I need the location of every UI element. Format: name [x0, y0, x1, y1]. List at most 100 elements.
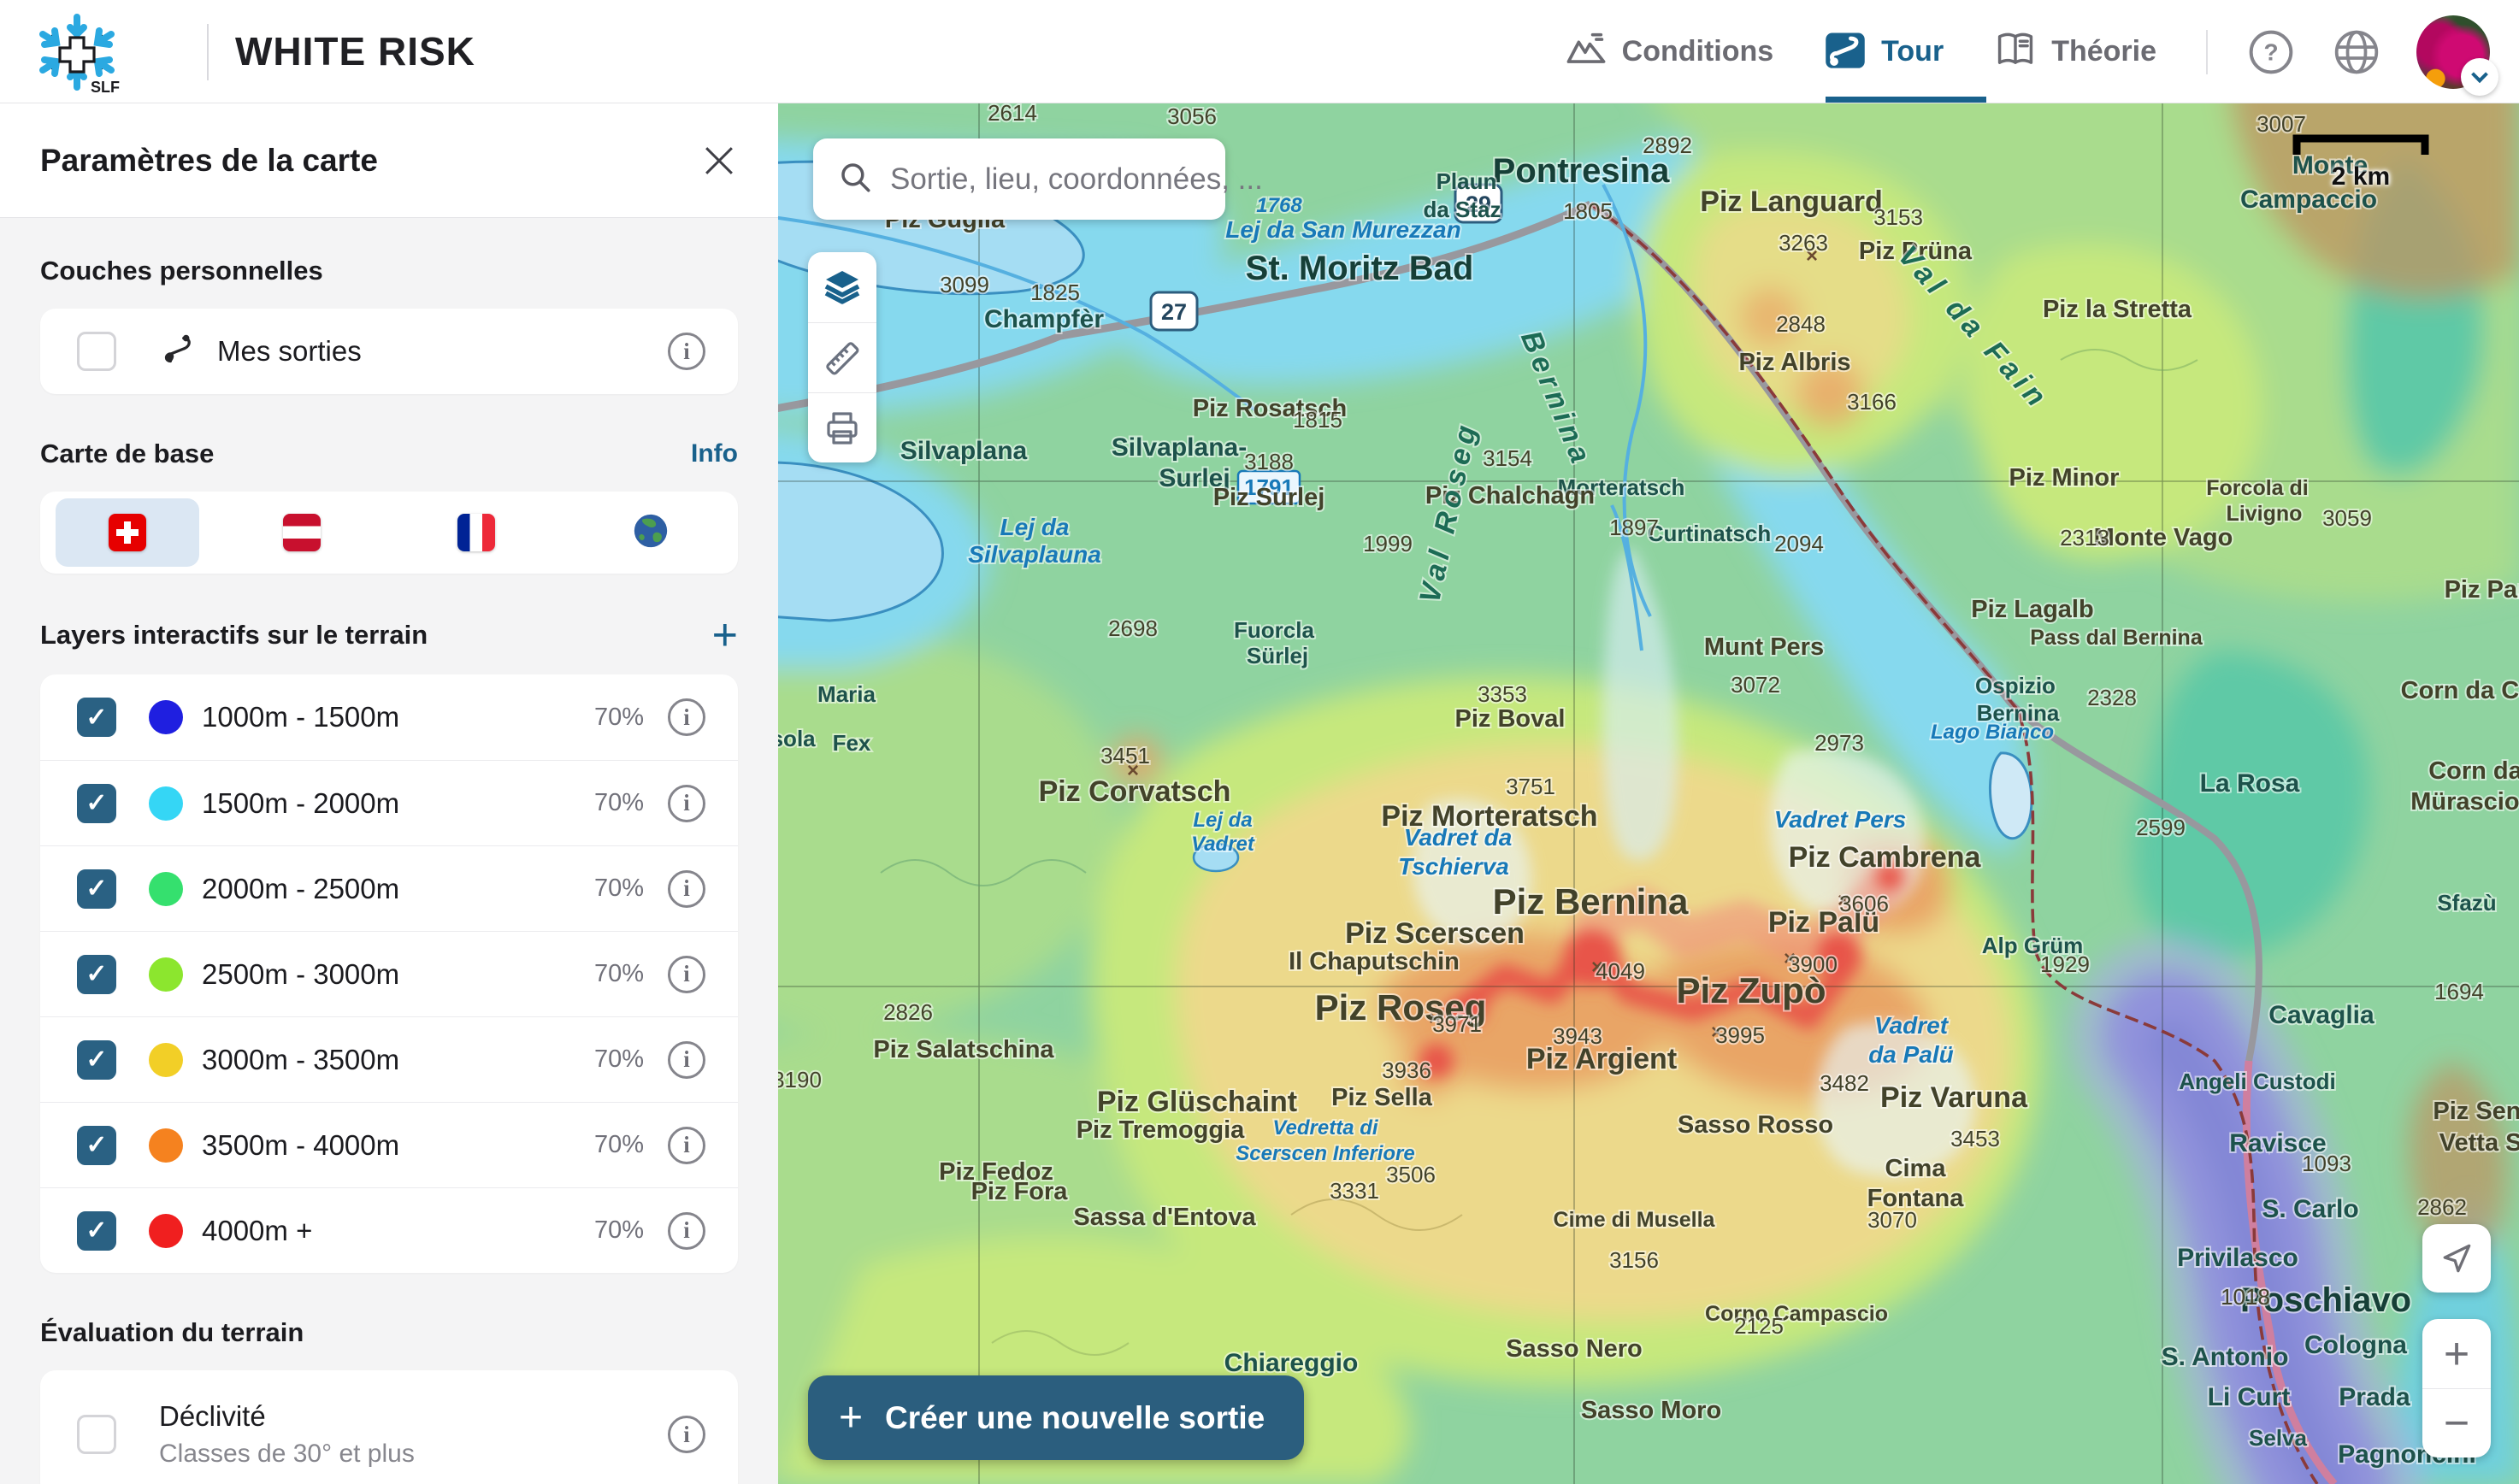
locate-me-button[interactable] — [2422, 1224, 2491, 1293]
close-panel-button[interactable] — [700, 142, 738, 180]
add-layer-button[interactable]: + — [712, 618, 738, 652]
svg-text:3188: 3188 — [1244, 449, 1294, 474]
svg-text:Piz Boval: Piz Boval — [1455, 705, 1566, 733]
layer-checkbox-6[interactable]: ✓ — [77, 1211, 116, 1251]
layer-opacity-value: 70% — [594, 704, 644, 732]
svg-text:SLF: SLF — [91, 79, 120, 94]
layer-checkbox-1[interactable]: ✓ — [77, 784, 116, 823]
declivite-row[interactable]: Déclivité Classes de 30° et plus i — [40, 1370, 738, 1484]
basemap-world[interactable] — [563, 492, 738, 574]
declivite-checkbox[interactable] — [77, 1415, 116, 1454]
topo-map-canvas[interactable]: 29271791 ××××××× St. Moritz BadPontresin… — [778, 103, 2519, 1484]
svg-text:Livigno: Livigno — [2227, 502, 2303, 526]
user-avatar[interactable] — [2416, 15, 2490, 89]
basemap-info-link[interactable]: Info — [691, 439, 738, 468]
svg-text:Fex: Fex — [833, 730, 871, 756]
language-globe-button[interactable] — [2331, 26, 2382, 78]
elevation-layer-row[interactable]: ✓ 1000m - 1500m 70% i — [40, 674, 738, 760]
swiss-cross — [60, 38, 94, 72]
layer-info-icon[interactable]: i — [668, 1127, 705, 1164]
layer-label: 1000m - 1500m — [202, 701, 399, 733]
layer-color-dot — [149, 1043, 183, 1077]
svg-text:3056: 3056 — [1167, 103, 1217, 129]
svg-text:Ospizio: Ospizio — [1975, 673, 2056, 698]
elevation-layer-row[interactable]: ✓2500m - 3000m70%i — [40, 931, 738, 1016]
svg-text:Piz Fora: Piz Fora — [971, 1178, 1069, 1205]
layer-info-icon[interactable]: i — [668, 1041, 705, 1079]
mes-sorties-row[interactable]: Mes sorties i — [40, 309, 738, 394]
svg-text:3190: 3190 — [778, 1067, 822, 1092]
avatar-menu-chevron[interactable] — [2461, 58, 2498, 96]
elevation-layer-row[interactable]: ✓3500m - 4000m70%i — [40, 1102, 738, 1187]
declivite-info-icon[interactable]: i — [668, 1416, 705, 1453]
nav-divider — [2206, 30, 2208, 74]
zoom-in-button[interactable]: + — [2422, 1319, 2491, 1388]
svg-text:Sfazù: Sfazù — [2437, 890, 2496, 916]
svg-text:3166: 3166 — [1847, 389, 1897, 415]
layer-checkbox-4[interactable]: ✓ — [77, 1040, 116, 1080]
svg-text:2973: 2973 — [1814, 730, 1864, 756]
zoom-out-button[interactable]: − — [2422, 1388, 2491, 1458]
layer-opacity-value: 70% — [594, 1216, 644, 1245]
elevation-layer-row[interactable]: ✓2000m - 2500m70%i — [40, 845, 738, 931]
elevation-layer-row[interactable]: ✓ 4000m + 70% i — [40, 1187, 738, 1273]
panel-header: Paramètres de la carte — [0, 103, 778, 218]
layer-info-icon[interactable]: i — [668, 698, 705, 736]
svg-text:Piz Para: Piz Para — [2445, 576, 2519, 604]
layer-checkbox-0[interactable]: ✓ — [77, 698, 116, 737]
svg-text:2892: 2892 — [1643, 132, 1692, 158]
svg-text:1929: 1929 — [2040, 951, 2090, 977]
measure-ruler-tool-button[interactable] — [808, 322, 876, 392]
svg-text:Piz Albris: Piz Albris — [1738, 349, 1850, 376]
svg-text:Piz Tremoggia: Piz Tremoggia — [1077, 1116, 1245, 1144]
mes-sorties-checkbox[interactable] — [77, 332, 116, 371]
create-tour-button[interactable]: + Créer une nouvelle sortie — [808, 1375, 1304, 1460]
layer-label: 4000m + — [202, 1215, 312, 1247]
nav-conditions[interactable]: Conditions — [1564, 27, 1774, 76]
search-input[interactable] — [890, 162, 1276, 197]
basemap-austria[interactable] — [215, 492, 389, 574]
svg-text:Selva: Selva — [2249, 1425, 2307, 1451]
white-risk-app: SLF WHITE RISK Conditions — [0, 0, 2519, 1484]
layer-color-dot — [149, 957, 183, 992]
scale-label: 2 km — [2288, 162, 2433, 191]
svg-text:Cima: Cima — [1885, 1155, 1947, 1182]
svg-text:Munt Pers: Munt Pers — [1704, 633, 1824, 661]
logo-divider — [207, 24, 209, 80]
svg-text:3353: 3353 — [1478, 681, 1527, 707]
top-bar: SLF WHITE RISK Conditions — [0, 0, 2519, 103]
layer-label: 2000m - 2500m — [202, 873, 399, 905]
layer-info-icon[interactable]: i — [668, 785, 705, 822]
personal-layers-heading: Couches personnelles — [40, 256, 323, 286]
nav-tour[interactable]: Tour — [1823, 27, 1944, 76]
elevation-layer-row[interactable]: ✓1500m - 2000m70%i — [40, 760, 738, 845]
layer-label: 3500m - 4000m — [202, 1129, 399, 1162]
create-tour-label: Créer une nouvelle sortie — [885, 1400, 1265, 1436]
svg-text:?: ? — [2263, 38, 2278, 65]
layer-checkbox-5[interactable]: ✓ — [77, 1126, 116, 1165]
layer-label: 1500m - 2000m — [202, 787, 399, 820]
svg-text:Silvaplana: Silvaplana — [900, 437, 1028, 465]
nav-theorie[interactable]: Théorie — [1993, 27, 2156, 76]
help-button[interactable]: ? — [2245, 26, 2297, 78]
layer-info-icon[interactable]: i — [668, 1212, 705, 1250]
basemap-switzerland[interactable] — [40, 492, 215, 574]
layer-info-icon[interactable]: i — [668, 956, 705, 993]
svg-text:Isola: Isola — [778, 726, 816, 751]
mes-sorties-info-icon[interactable]: i — [668, 333, 705, 370]
svg-text:3153: 3153 — [1873, 204, 1923, 230]
print-tool-button[interactable] — [808, 392, 876, 462]
layer-checkbox-2[interactable]: ✓ — [77, 869, 116, 909]
elevation-layer-row[interactable]: ✓3000m - 3500m70%i — [40, 1016, 738, 1102]
slf-snowflake-logo[interactable]: SLF — [26, 10, 197, 94]
svg-text:Lej da: Lej da — [1000, 514, 1070, 540]
basemap-france[interactable] — [389, 492, 563, 574]
france-flag-icon — [457, 514, 495, 551]
svg-text:1815: 1815 — [1293, 407, 1342, 433]
layer-checkbox-3[interactable]: ✓ — [77, 955, 116, 994]
layer-info-icon[interactable]: i — [668, 870, 705, 908]
nav-theorie-label: Théorie — [2051, 35, 2156, 68]
svg-text:3506: 3506 — [1386, 1162, 1436, 1187]
svg-text:Piz Scerscen: Piz Scerscen — [1345, 917, 1525, 950]
layers-tool-button[interactable] — [808, 252, 876, 322]
